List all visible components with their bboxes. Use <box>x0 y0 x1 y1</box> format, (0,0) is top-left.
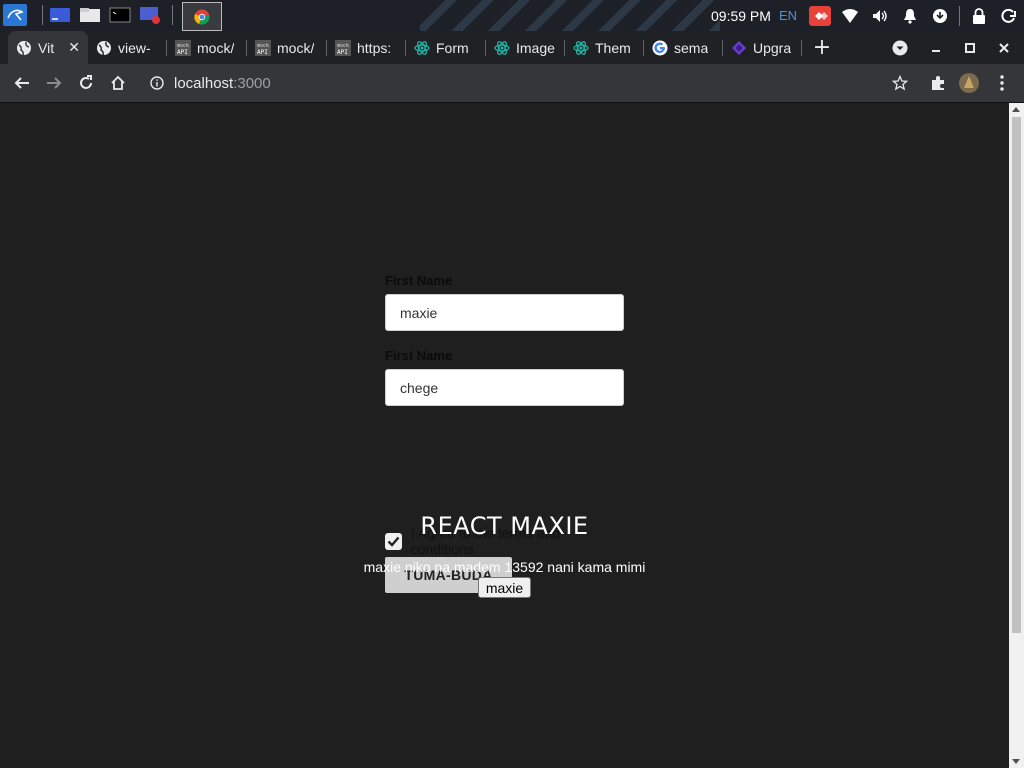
notifications-icon[interactable] <box>895 0 925 31</box>
wifi-icon[interactable] <box>835 0 865 31</box>
first-name-field: First Name <box>385 273 624 331</box>
file-manager-icon[interactable] <box>78 4 102 26</box>
react-icon <box>494 40 510 56</box>
svg-text:API: API <box>177 49 188 56</box>
tab-strip: Vit ✕ view- mock API mock/ mock API mock/ … <box>0 31 1024 64</box>
forward-icon[interactable] <box>38 67 70 99</box>
page-viewport: First Name First Name I Agree to the ter… <box>0 103 1009 768</box>
tab-label: view- <box>118 39 151 56</box>
tab-label: mock/ <box>197 39 235 56</box>
message-text: maxie niko na madem 13592 nani kama mimi <box>363 559 646 575</box>
first-name-label: First Name <box>385 273 453 288</box>
second-name-input[interactable] <box>385 369 624 406</box>
bookmark-star-icon[interactable] <box>892 75 908 91</box>
react-icon <box>573 40 589 56</box>
tab-view[interactable]: view- <box>88 31 166 64</box>
menu-kebab-icon[interactable] <box>986 67 1018 99</box>
globe-icon <box>16 40 32 56</box>
page-heading: REACT MAXIE <box>420 512 589 540</box>
lock-icon[interactable] <box>964 0 994 31</box>
tab-image[interactable]: Image <box>486 31 564 64</box>
back-icon[interactable] <box>6 67 38 99</box>
tab-search-icon[interactable] <box>883 31 917 64</box>
mockapi-icon: mock API <box>175 39 191 56</box>
first-name-input[interactable] <box>385 294 624 331</box>
tab-label: Vit <box>38 39 55 56</box>
minimize-icon[interactable] <box>919 31 953 64</box>
tab-mockapi-1[interactable]: mock API mock/ <box>167 31 246 64</box>
semantic-icon <box>731 40 747 56</box>
anydesk-icon[interactable] <box>805 0 835 31</box>
browser-toolbar: localhost:3000 <box>0 64 1024 103</box>
language-indicator[interactable]: EN <box>779 8 797 23</box>
update-icon[interactable] <box>925 0 955 31</box>
site-info-icon[interactable] <box>150 76 164 90</box>
tab-label: sema <box>674 39 709 56</box>
volume-icon[interactable] <box>865 0 895 31</box>
svg-text:API: API <box>337 49 348 56</box>
tab-semantic-search[interactable]: sema <box>644 31 722 64</box>
tab-label: Upgra <box>753 39 792 56</box>
tab-theme[interactable]: Them <box>565 31 643 64</box>
tab-vite[interactable]: Vit ✕ <box>8 31 88 64</box>
url-port: :3000 <box>233 74 271 92</box>
page-scrollbar[interactable] <box>1009 103 1024 768</box>
globe-icon <box>96 40 112 56</box>
clock: 09:59 PM <box>711 7 771 24</box>
power-icon[interactable] <box>994 0 1024 31</box>
second-name-field: First Name <box>385 348 624 406</box>
tab-label: Form <box>436 39 469 56</box>
profile-avatar[interactable] <box>953 67 985 99</box>
tab-form[interactable]: Form <box>406 31 485 64</box>
system-tray: 09:59 PM EN <box>711 0 1024 31</box>
scroll-down-arrow-icon[interactable] <box>1012 759 1020 764</box>
reload-icon[interactable] <box>70 67 102 99</box>
close-tab-icon[interactable]: ✕ <box>68 39 80 56</box>
tab-label: https: <box>357 39 392 56</box>
tab-upgrade[interactable]: Upgra <box>723 31 801 64</box>
os-taskbar: 09:59 PM EN <box>0 0 1024 31</box>
maximize-icon[interactable] <box>953 31 987 64</box>
chrome-taskbar-button[interactable] <box>182 2 222 31</box>
url-host: localhost <box>174 74 234 92</box>
mockapi-icon: mock API <box>255 39 271 56</box>
kali-menu-icon[interactable] <box>3 4 27 26</box>
second-name-label: First Name <box>385 348 453 363</box>
google-icon <box>652 40 668 56</box>
tab-label: mock/ <box>277 39 315 56</box>
extensions-icon[interactable] <box>922 67 954 99</box>
mockapi-icon: mock API <box>335 39 351 56</box>
address-bar[interactable]: localhost:3000 <box>138 67 918 99</box>
tab-mockapi-2[interactable]: mock API mock/ <box>247 31 326 64</box>
scroll-up-arrow-icon[interactable] <box>1012 107 1020 112</box>
terminal-icon[interactable] <box>108 4 132 26</box>
tab-https[interactable]: mock API https: <box>327 31 405 64</box>
tab-label: Them <box>595 39 631 56</box>
url-text: localhost:3000 <box>174 75 271 92</box>
home-icon[interactable] <box>102 67 134 99</box>
tab-label: Image <box>516 39 555 56</box>
svg-text:API: API <box>257 49 268 56</box>
desktop-icon[interactable] <box>48 4 72 26</box>
scrollbar-thumb[interactable] <box>1012 117 1021 633</box>
wallpaper-stripes <box>420 0 720 31</box>
new-tab-button[interactable]: + <box>812 31 832 64</box>
maxie-button[interactable]: maxie <box>478 577 531 598</box>
react-icon <box>414 40 430 56</box>
close-window-icon[interactable] <box>987 31 1021 64</box>
screen-recorder-icon[interactable] <box>138 4 162 26</box>
